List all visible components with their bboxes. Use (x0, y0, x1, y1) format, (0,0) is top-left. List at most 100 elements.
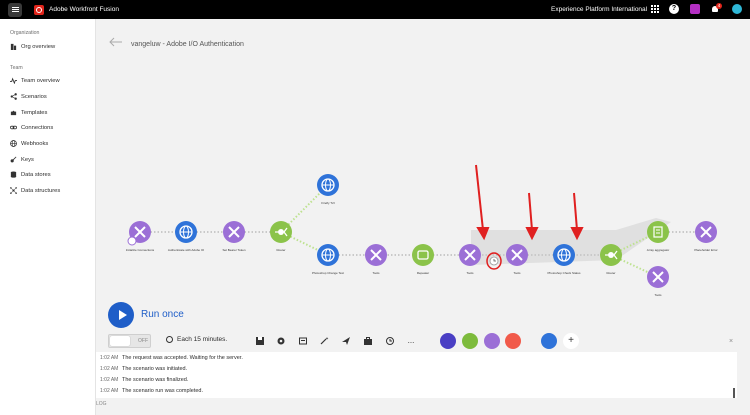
log-row: 1:02 AM The scenario run was completed. (100, 387, 204, 394)
module-label: Router (276, 248, 285, 252)
sidebar-item-data-structures[interactable]: Data structures (10, 186, 60, 195)
scheduling-toggle[interactable]: OFF (108, 334, 151, 348)
module-label: Photoshop Check Status (547, 271, 581, 275)
module-placeholder-error[interactable]: Placeholder Error (694, 221, 718, 252)
save-icon[interactable] (255, 336, 265, 346)
sidebar-item-team-overview[interactable]: Team overview (10, 76, 60, 85)
router-tool-button[interactable] (462, 333, 478, 349)
module-label: Photoshop Change Text (312, 271, 344, 275)
pulse-icon (10, 77, 17, 84)
schedule-setting[interactable]: Each 15 minutes. (166, 336, 227, 343)
module-tools-3[interactable]: Tools (647, 266, 669, 297)
module-label: Initialize Connections (126, 248, 155, 252)
schedule-label: Each 15 minutes. (177, 336, 228, 343)
section-label-organization: Organization (10, 30, 40, 36)
adobe-logo (34, 4, 44, 15)
sidebar-item-label: Team overview (21, 77, 60, 84)
avatar[interactable] (732, 4, 742, 14)
clock-icon (166, 336, 173, 343)
module-label: Set Bearer Token (222, 248, 245, 252)
history-icon[interactable] (385, 336, 395, 346)
module-label: Tools (466, 271, 474, 275)
log-close-icon[interactable]: × (729, 338, 733, 345)
globe-icon (10, 140, 17, 147)
app-title: Adobe Workfront Fusion (49, 6, 119, 13)
magic-wand-icon[interactable] (319, 336, 329, 346)
sidebar-item-label: Scenarios (21, 93, 47, 100)
log-row: 1:02 AM The scenario was finalized. (100, 376, 189, 383)
puzzle-icon (10, 110, 17, 116)
module-label: Firefly T2I (321, 201, 334, 205)
database-icon (10, 171, 17, 178)
module-label: Tools (372, 271, 380, 275)
airplane-icon[interactable] (341, 336, 351, 346)
toggle-knob (110, 336, 130, 346)
toggle-off-label: OFF (138, 338, 148, 344)
sidebar-item-label: Data structures (21, 187, 61, 194)
tools-button[interactable] (484, 333, 500, 349)
module-label: Placeholder Error (694, 248, 717, 252)
scenario-canvas[interactable]: Initialize Connections Authenticate with… (96, 160, 750, 310)
module-label: Tools (513, 271, 521, 275)
sidebar-item-scenarios[interactable]: Scenarios (10, 92, 47, 101)
run-once-button[interactable] (108, 302, 134, 328)
hamburger-menu-icon[interactable] (8, 2, 22, 17)
sidebar-item-label: Templates (21, 109, 48, 116)
notes-icon[interactable] (298, 336, 308, 346)
section-label-team: Team (10, 65, 23, 71)
scenario-title: vangeluw - Adobe I/O Authentication (131, 41, 244, 48)
add-module-button[interactable]: + (563, 333, 579, 349)
sidebar-item-label: Keys (21, 156, 34, 163)
log-row: 1:02 AM The request was accepted. Waiting… (100, 354, 243, 361)
execution-log: 1:02 AM The request was accepted. Waiting… (96, 352, 737, 398)
org-switcher[interactable]: Experience Platform International (551, 6, 647, 13)
toolbox-icon[interactable] (363, 336, 373, 346)
annotation-arrows (475, 164, 584, 241)
module-tools-sleep[interactable]: Tools (506, 244, 528, 275)
module-router-2[interactable]: Router (600, 244, 622, 275)
module-authenticate-adobe-io[interactable]: Authenticate with Adobe IO (168, 221, 205, 252)
key-icon (10, 156, 17, 163)
module-initialize-connections[interactable]: Initialize Connections (126, 221, 155, 252)
schedule-clock-icon (127, 236, 137, 246)
module-label: Tools (654, 293, 662, 297)
notification-count-badge: 4 (716, 3, 722, 9)
log-scrollbar[interactable] (733, 388, 735, 398)
sidebar-item-templates[interactable]: Templates (10, 108, 47, 117)
link-icon (10, 125, 17, 130)
sidebar-item-connections[interactable]: Connections (10, 123, 53, 132)
back-arrow-icon[interactable] (109, 37, 123, 47)
module-tools-1[interactable]: Tools (365, 244, 387, 275)
module-tools-2[interactable]: Tools (459, 244, 481, 275)
sidebar-item-webhooks[interactable]: Webhooks (10, 139, 48, 148)
module-label: Array aggregator (647, 248, 670, 252)
structure-icon (10, 187, 17, 194)
module-router-1[interactable]: Router (270, 221, 292, 252)
more-options-button[interactable]: ... (406, 336, 416, 346)
module-repeater[interactable]: Repeater (412, 244, 434, 275)
help-icon[interactable]: ? (669, 4, 679, 14)
sidebar: Organization Org overview Team Team over… (0, 19, 96, 415)
module-label: Authenticate with Adobe IO (168, 248, 205, 252)
share-icon (10, 93, 17, 100)
building-icon (10, 43, 17, 50)
sidebar-item-keys[interactable]: Keys (10, 155, 34, 164)
sidebar-item-org-overview[interactable]: Org overview (10, 42, 55, 51)
module-set-bearer-token[interactable]: Set Bearer Token (222, 221, 246, 252)
log-row: 1:02 AM The scenario was initiated. (100, 365, 188, 372)
module-label: Repeater (417, 271, 429, 275)
http-button[interactable] (541, 333, 557, 349)
sidebar-item-label: Connections (21, 124, 54, 131)
module-firefly-t2i[interactable]: Firefly T2I (317, 174, 339, 205)
log-label: LOG (96, 401, 107, 407)
feedback-icon[interactable] (690, 4, 700, 14)
app-grid-icon[interactable] (650, 4, 660, 14)
sidebar-item-data-stores[interactable]: Data stores (10, 170, 51, 179)
module-label: Router (606, 271, 615, 275)
gear-icon[interactable] (276, 336, 286, 346)
module-array-aggregator[interactable]: Array aggregator (647, 221, 670, 252)
run-once-label[interactable]: Run once (141, 309, 184, 320)
flow-control-button[interactable] (440, 333, 456, 349)
text-parser-button[interactable] (505, 333, 521, 349)
sidebar-item-label: Webhooks (21, 140, 49, 147)
